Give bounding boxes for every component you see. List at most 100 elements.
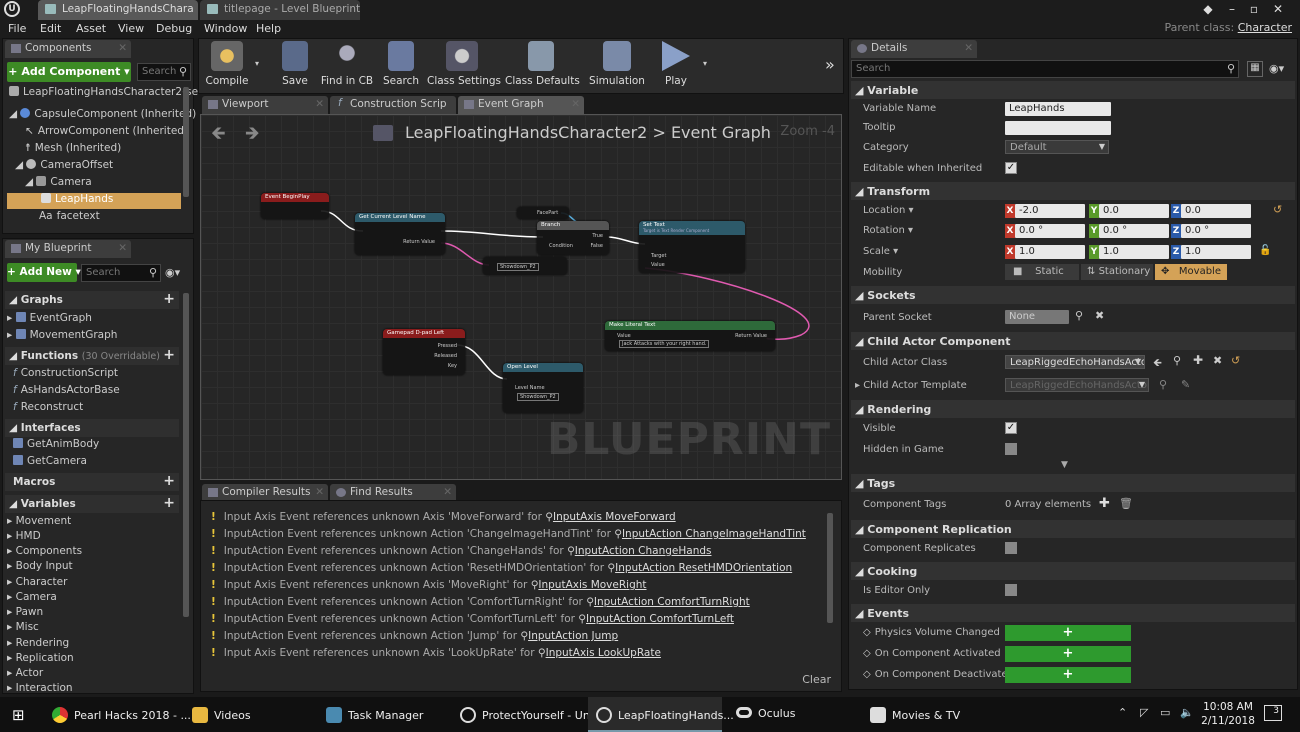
macros-header[interactable]: Macros +: [5, 473, 179, 491]
details-search-input[interactable]: Search ⚲: [851, 60, 1239, 78]
section-child-actor[interactable]: ◢ Child Actor Component: [851, 332, 1295, 350]
var-category-components[interactable]: ▸ Components: [7, 545, 82, 560]
unreal-logo-icon[interactable]: U: [4, 1, 20, 17]
var-category-camera[interactable]: ▸ Camera: [7, 591, 57, 606]
menu-debug[interactable]: Debug: [156, 22, 192, 35]
section-variable[interactable]: ◢ Variable: [851, 81, 1295, 99]
compile-dropdown-icon[interactable]: ▾: [255, 59, 259, 68]
add-variable-button[interactable]: +: [163, 495, 175, 511]
save-button[interactable]: Save: [273, 41, 317, 93]
tab-event-graph[interactable]: Event Graph ✕: [458, 96, 584, 114]
compile-button[interactable]: Compile: [203, 41, 251, 93]
menu-edit[interactable]: Edit: [40, 22, 61, 35]
simulation-button[interactable]: Simulation: [589, 41, 645, 93]
edit-icon[interactable]: ✎: [1181, 378, 1190, 391]
node-branch[interactable]: Branch Condition True False: [537, 221, 609, 255]
notification-icon[interactable]: ◆: [1198, 1, 1218, 17]
result-link[interactable]: InputAction ChangeImageHandTint: [622, 528, 806, 540]
volume-icon[interactable]: 🔈: [1180, 706, 1194, 719]
reset-icon[interactable]: ↺: [1231, 354, 1240, 367]
add-graph-button[interactable]: +: [163, 291, 175, 307]
windows-start-icon[interactable]: ⊞: [12, 706, 25, 724]
menu-asset[interactable]: Asset: [76, 22, 106, 35]
var-category-pawn[interactable]: ▸ Pawn: [7, 606, 43, 621]
mobility-movable-button[interactable]: ✥ Movable: [1155, 264, 1227, 280]
doc-tab-character[interactable]: LeapFloatingHandsChara: [38, 0, 198, 20]
mobility-static-button[interactable]: ■ Static: [1005, 264, 1079, 280]
hidden-in-game-checkbox[interactable]: [1005, 443, 1017, 455]
taskbar-item-task-manager[interactable]: Task Manager: [318, 697, 438, 732]
maximize-button[interactable]: ▫: [1244, 1, 1264, 17]
result-link[interactable]: InputAction Jump: [528, 630, 618, 642]
section-events[interactable]: ◢ Events: [851, 604, 1295, 622]
close-icon[interactable]: ✕: [315, 486, 324, 498]
function-item-ashandsactorbase[interactable]: f AsHandsActorBase: [13, 384, 120, 401]
taskbar-item-movies-tv[interactable]: Movies & TV: [862, 697, 982, 732]
add-on-component-activated-button[interactable]: +: [1005, 646, 1131, 662]
section-rendering[interactable]: ◢ Rendering: [851, 400, 1295, 418]
tree-item-mesh[interactable]: ☨ Mesh (Inherited): [25, 142, 121, 158]
tooltip-field[interactable]: [1005, 121, 1111, 135]
results-scrollbar[interactable]: [827, 513, 833, 623]
var-category-movement[interactable]: ▸ Movement: [7, 515, 71, 530]
result-link[interactable]: InputAxis LookUpRate: [546, 647, 661, 659]
taskbar-item-protectyourself[interactable]: ProtectYourself - Un...: [452, 697, 600, 732]
reset-icon[interactable]: ↺: [1273, 203, 1282, 216]
play-button[interactable]: Play: [653, 41, 699, 93]
location-y-field[interactable]: 0.0: [1099, 204, 1169, 218]
section-tags[interactable]: ◢ Tags: [851, 474, 1295, 492]
var-category-hmd[interactable]: ▸ HMD: [7, 530, 41, 545]
section-cooking[interactable]: ◢ Cooking: [851, 562, 1295, 580]
add-function-button[interactable]: +: [163, 347, 175, 363]
add-new-button[interactable]: + Add New ▾: [7, 263, 81, 282]
event-graph-canvas[interactable]: 🡸 🡺 LeapFloatingHandsCharacter2 > Event …: [200, 114, 842, 480]
close-window-button[interactable]: ✕: [1268, 1, 1288, 17]
var-category-interaction[interactable]: ▸ Interaction: [7, 682, 73, 697]
node-equal-string[interactable]: Showdown_P2: [483, 257, 567, 275]
grid-view-icon[interactable]: ▦: [1247, 61, 1263, 77]
menu-view[interactable]: View: [118, 22, 144, 35]
graph-item-movementgraph[interactable]: ▸ MovementGraph: [7, 329, 117, 346]
search-icon[interactable]: ⚲: [1173, 354, 1181, 367]
clear-icon[interactable]: ✖: [1095, 309, 1104, 322]
visible-checkbox[interactable]: ✓: [1005, 422, 1017, 434]
scale-x-field[interactable]: 1.0: [1015, 245, 1085, 259]
editable-checkbox[interactable]: ✓: [1005, 162, 1017, 174]
rotation-label[interactable]: Rotation ▾: [863, 225, 913, 236]
tab-construction-script[interactable]: f Construction Scrip: [330, 96, 456, 114]
is-editor-only-checkbox[interactable]: [1005, 584, 1017, 596]
eye-icon[interactable]: ◉▾: [165, 266, 180, 279]
interface-item-getanimbody[interactable]: GetAnimBody: [13, 438, 99, 455]
category-dropdown[interactable]: Default ▼: [1005, 140, 1109, 154]
rotation-y-field[interactable]: 0.0 °: [1099, 224, 1169, 238]
tab-components[interactable]: Components ✕: [5, 40, 131, 58]
add-physics-volume-changed-button[interactable]: +: [1005, 625, 1131, 641]
trash-icon[interactable]: 🗑: [1119, 497, 1133, 510]
clock[interactable]: 10:08 AM 2/11/2018: [1200, 700, 1256, 728]
tree-item-facetext[interactable]: Aa facetext: [39, 210, 100, 226]
child-actor-template-dropdown[interactable]: LeapRiggedEchoHandsActor2-1▼: [1005, 378, 1149, 392]
component-replicates-checkbox[interactable]: [1005, 542, 1017, 554]
blueprint-search-input[interactable]: Search ⚲: [81, 264, 161, 282]
variable-name-field[interactable]: LeapHands: [1005, 102, 1111, 116]
result-link[interactable]: InputAction ResetHMDOrientation: [615, 562, 792, 574]
arrow-left-icon[interactable]: 🡸: [1153, 354, 1162, 373]
parent-class-link[interactable]: Character: [1238, 21, 1292, 34]
function-item-reconstruct[interactable]: f Reconstruct: [13, 401, 83, 418]
parent-socket-field[interactable]: None: [1005, 310, 1069, 324]
variables-header[interactable]: ◢ Variables +: [5, 495, 179, 513]
child-actor-class-dropdown[interactable]: LeapRiggedEchoHandsActor2 ▼: [1005, 355, 1145, 369]
tree-item-capsule[interactable]: ◢ CapsuleComponent (Inherited): [9, 108, 196, 124]
result-link[interactable]: InputAction ComfortTurnRight: [594, 596, 750, 608]
search-icon[interactable]: ⚲: [1159, 378, 1167, 391]
node-event-beginplay[interactable]: Event BeginPlay: [261, 193, 329, 219]
node-make-literal-text[interactable]: Make Literal Text Value Return Value Jac…: [605, 321, 775, 351]
blueprint-scrollbar[interactable]: [183, 293, 189, 617]
lock-icon[interactable]: 🔓: [1259, 245, 1271, 256]
tree-item-cameraoffset[interactable]: ◢ CameraOffset: [15, 159, 113, 175]
var-category-actor[interactable]: ▸ Actor: [7, 667, 43, 682]
menu-window[interactable]: Window: [204, 22, 247, 35]
taskbar-item-chrome[interactable]: Pearl Hacks 2018 - ...: [44, 697, 191, 732]
play-dropdown-icon[interactable]: ▾: [703, 59, 707, 68]
var-category-rendering[interactable]: ▸ Rendering: [7, 637, 69, 652]
